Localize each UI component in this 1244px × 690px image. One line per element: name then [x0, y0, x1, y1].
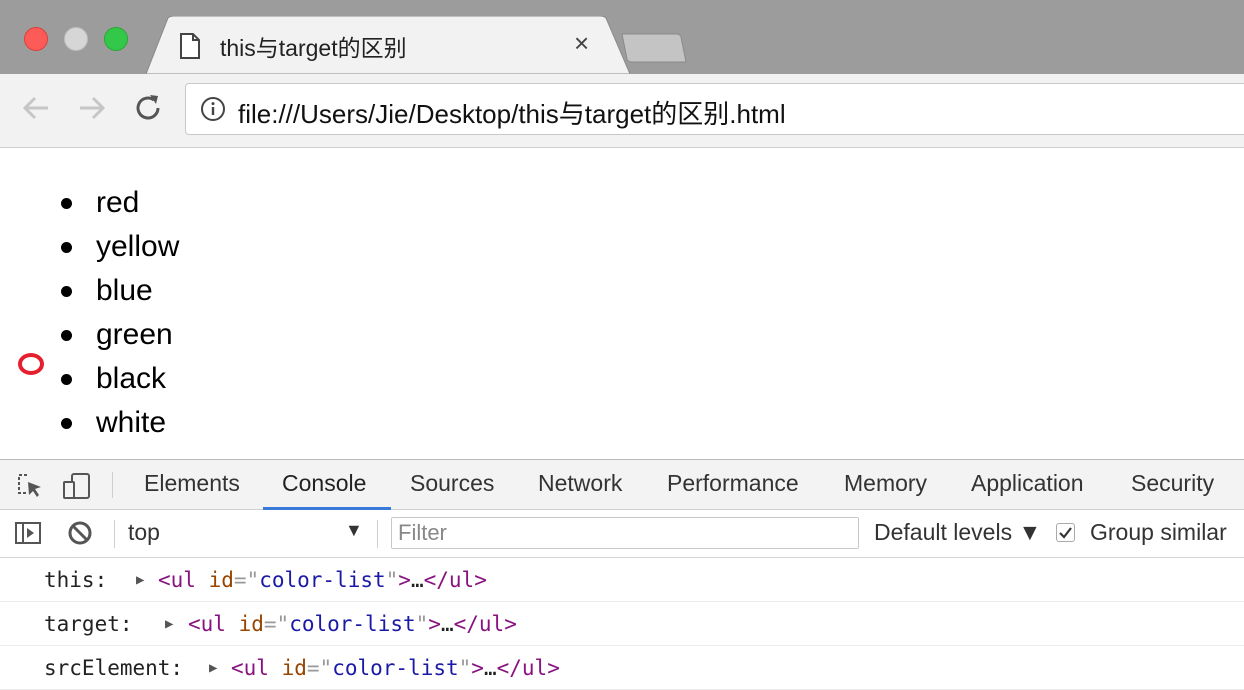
list-item[interactable]: red	[58, 181, 179, 225]
tab-sources[interactable]: Sources	[410, 470, 494, 497]
element-node[interactable]: <ul id="color-list">…</ul>	[231, 646, 560, 690]
element-node[interactable]: <ul id="color-list">…</ul>	[158, 558, 487, 602]
address-url: file:///Users/Jie/Desktop/this与target的区别…	[238, 99, 786, 129]
tab-elements[interactable]: Elements	[144, 470, 240, 497]
list-item[interactable]: black	[58, 357, 179, 401]
group-similar-checkbox[interactable]	[1056, 523, 1075, 542]
console-label: srcElement:	[44, 656, 184, 680]
bullet-icon	[61, 374, 72, 385]
forward-arrow-icon[interactable]	[76, 92, 108, 129]
close-window-button[interactable]	[24, 27, 48, 51]
bullet-icon	[61, 198, 72, 209]
minimize-window-button[interactable]	[64, 27, 88, 51]
clear-console-icon[interactable]	[67, 520, 93, 551]
console-message: this: ▶ <ul id="color-list">…</ul>	[0, 558, 1244, 602]
tab-memory[interactable]: Memory	[844, 470, 927, 497]
maximize-window-button[interactable]	[104, 27, 128, 51]
default-levels-dropdown[interactable]: Default levels ▼	[874, 519, 1041, 546]
divider	[377, 520, 378, 548]
new-tab-button[interactable]	[620, 32, 688, 69]
devtools-tab-bar: Elements Console Sources Network Perform…	[0, 460, 1244, 510]
click-indicator-icon	[18, 353, 44, 375]
browser-tab[interactable]: this与target的区别 ×	[146, 16, 630, 74]
device-toolbar-icon[interactable]	[62, 472, 92, 505]
list-item[interactable]: blue	[58, 269, 179, 313]
divider	[112, 472, 113, 498]
list-item[interactable]: yellow	[58, 225, 179, 269]
expand-triangle-icon[interactable]: ▶	[209, 646, 217, 690]
list-item[interactable]: white	[58, 401, 179, 445]
show-sidebar-icon[interactable]	[14, 520, 42, 551]
inspect-element-icon[interactable]	[16, 472, 44, 505]
bullet-icon	[61, 286, 72, 297]
address-bar[interactable]: file:///Users/Jie/Desktop/this与target的区别…	[185, 83, 1244, 135]
group-similar-label: Group similar	[1090, 519, 1227, 545]
tab-console[interactable]: Console	[282, 470, 366, 497]
page-content: red yellow blue green black white	[0, 148, 1244, 459]
bullet-icon	[61, 242, 72, 253]
info-icon[interactable]	[200, 96, 226, 127]
list-item[interactable]: green	[58, 313, 179, 357]
back-arrow-icon[interactable]	[20, 92, 52, 129]
tab-performance[interactable]: Performance	[667, 470, 799, 497]
tab-security[interactable]: Security	[1131, 470, 1214, 497]
reload-icon[interactable]	[132, 92, 164, 129]
console-message: srcElement: ▶ <ul id="color-list">…</ul>	[0, 646, 1244, 690]
element-node[interactable]: <ul id="color-list">…</ul>	[188, 602, 517, 646]
devtools-panel: Elements Console Sources Network Perform…	[0, 459, 1244, 690]
window-titlebar: this与target的区别 ×	[0, 0, 1244, 74]
expand-triangle-icon[interactable]: ▶	[165, 602, 173, 646]
console-label: this:	[44, 568, 108, 592]
console-toolbar: top ▼ Default levels ▼ Group similar	[0, 510, 1244, 558]
console-message: target: ▶ <ul id="color-list">…</ul>	[0, 602, 1244, 646]
tab-network[interactable]: Network	[538, 470, 622, 497]
browser-toolbar: file:///Users/Jie/Desktop/this与target的区别…	[0, 74, 1244, 148]
context-dropdown-arrow-icon[interactable]: ▼	[345, 520, 363, 541]
divider	[114, 520, 115, 548]
bullet-icon	[61, 418, 72, 429]
console-label: target:	[44, 612, 133, 636]
tab-title: this与target的区别	[220, 35, 407, 61]
expand-triangle-icon[interactable]: ▶	[136, 558, 144, 602]
close-tab-icon[interactable]: ×	[574, 28, 589, 58]
filter-input[interactable]	[391, 517, 859, 549]
tab-application[interactable]: Application	[971, 470, 1084, 497]
bullet-icon	[61, 330, 72, 341]
context-select[interactable]: top	[128, 519, 160, 546]
color-list: red yellow blue green black white	[58, 181, 179, 445]
